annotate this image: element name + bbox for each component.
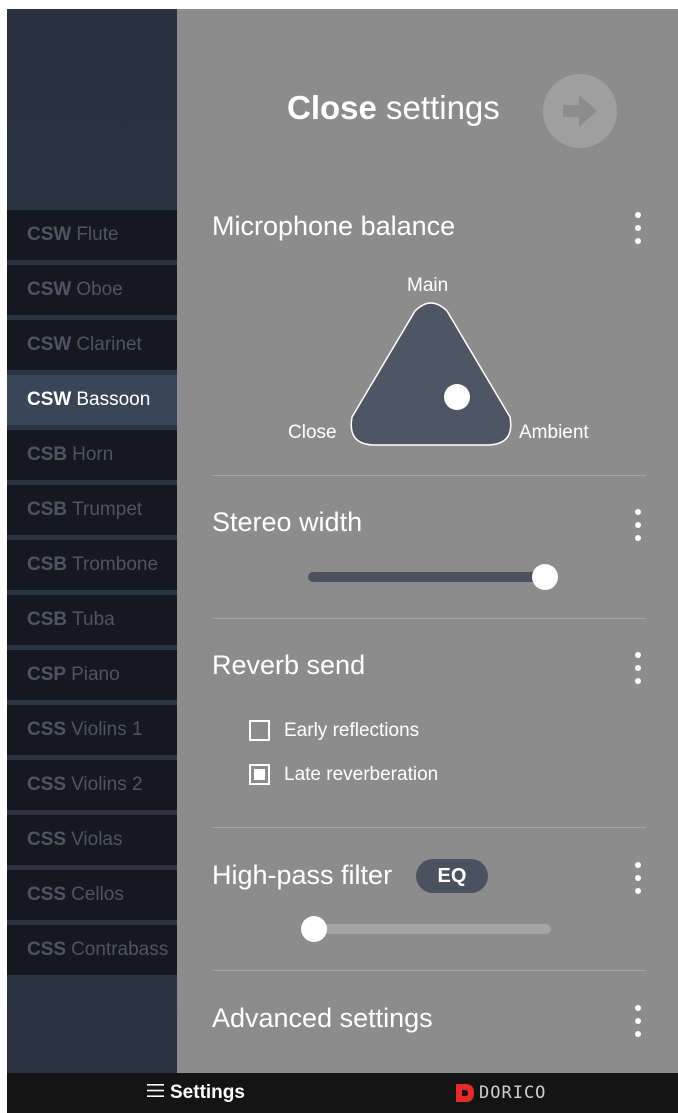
sidebar-item-prefix: CSS: [27, 719, 67, 740]
stereo-width-slider[interactable]: [308, 572, 548, 582]
late-reverberation-box[interactable]: [249, 764, 270, 785]
arrow-right-icon: [563, 95, 597, 127]
high-pass-filter-thumb[interactable]: [301, 916, 327, 942]
sidebar-item-piano[interactable]: CSP Piano: [7, 650, 177, 700]
sidebar-item-violas[interactable]: CSS Violas: [7, 815, 177, 865]
sidebar-item-prefix: CSW: [27, 224, 72, 245]
sidebar-item-prefix: CSS: [27, 829, 67, 850]
stereo-width-title: Stereo width: [212, 507, 363, 537]
sidebar-item-prefix: CSW: [27, 334, 72, 355]
sidebar-item-violins-1[interactable]: CSS Violins 1: [7, 705, 177, 755]
high-pass-filter-title: High-pass filter: [212, 860, 393, 890]
sidebar-item-prefix: CSB: [27, 609, 68, 630]
reverb-send-menu-icon[interactable]: [633, 652, 643, 684]
sidebar-item-flute[interactable]: CSW Flute: [7, 210, 177, 260]
advanced-settings-title[interactable]: Advanced settings: [212, 1003, 433, 1034]
sidebar-item-prefix: CSS: [27, 884, 67, 905]
mic-label-ambient: Ambient: [519, 422, 589, 443]
sidebar-item-prefix: CSW: [27, 279, 72, 300]
sidebar-item-prefix: CSW: [27, 389, 72, 410]
sidebar-item-label: Violins 2: [71, 774, 143, 795]
divider: [213, 970, 646, 971]
sidebar-item-oboe[interactable]: CSW Oboe: [7, 265, 177, 315]
instrument-sidebar: CSW Flute CSW Oboe CSW Clarinet CSW Bassoon …: [7, 9, 177, 1073]
high-pass-filter-menu-icon[interactable]: [633, 862, 643, 894]
stereo-width-menu-icon[interactable]: [633, 509, 643, 541]
sidebar-item-violins-2[interactable]: CSS Violins 2: [7, 760, 177, 810]
sidebar-item-tuba[interactable]: CSB Tuba: [7, 595, 177, 645]
early-reflections-box[interactable]: [249, 720, 270, 741]
sidebar-item-prefix: CSB: [27, 554, 68, 575]
dorico-logo-text: DORICO: [479, 1083, 547, 1103]
sidebar-item-prefix: CSS: [27, 774, 67, 795]
microphone-balance-handle[interactable]: [444, 384, 470, 410]
late-reverberation-label: Late reverberation: [284, 764, 439, 785]
sidebar-item-prefix: CSP: [27, 664, 67, 685]
sidebar-item-trombone[interactable]: CSB Trombone: [7, 540, 177, 590]
hamburger-menu-icon: [147, 1084, 164, 1098]
close-settings-button[interactable]: [543, 74, 617, 148]
stereo-width-thumb[interactable]: [532, 564, 558, 590]
reverb-send-title: Reverb send: [212, 650, 366, 680]
divider: [213, 618, 646, 619]
sidebar-item-label: Cellos: [71, 884, 124, 905]
settings-tab[interactable]: Settings: [147, 1073, 245, 1113]
bottom-bar: Settings DORICO: [7, 1073, 678, 1113]
sidebar-item-label: Piano: [71, 664, 120, 685]
sidebar-item-bassoon[interactable]: CSW Bassoon: [7, 375, 177, 425]
sidebar-item-contrabass[interactable]: CSS Contrabass: [7, 925, 177, 975]
sidebar-item-cellos[interactable]: CSS Cellos: [7, 870, 177, 920]
sidebar-item-label: Violas: [71, 829, 123, 850]
divider: [213, 827, 646, 828]
sidebar-item-prefix: CSS: [27, 939, 67, 960]
sidebar-item-label: Flute: [76, 224, 119, 245]
mic-label-close: Close: [288, 422, 337, 443]
sidebar-item-label: Oboe: [76, 279, 123, 300]
dorico-logo-mark: [456, 1084, 474, 1102]
sidebar-item-label: Trumpet: [72, 499, 143, 520]
sidebar-item-prefix: CSB: [27, 444, 68, 465]
divider: [213, 475, 646, 476]
settings-tab-label: Settings: [170, 1082, 245, 1103]
close-settings-title[interactable]: Close settings: [287, 89, 500, 127]
sidebar-item-horn[interactable]: CSB Horn: [7, 430, 177, 480]
close-settings-rest: settings: [386, 89, 500, 126]
microphone-balance-triangle[interactable]: [347, 299, 515, 449]
dorico-logo: DORICO: [455, 1073, 546, 1113]
app-window: CSW Flute CSW Oboe CSW Clarinet CSW Bassoon …: [7, 9, 678, 1113]
mic-label-main: Main: [407, 275, 449, 296]
sidebar-item-label: Tuba: [72, 609, 115, 630]
advanced-settings-menu-icon[interactable]: [633, 1005, 643, 1037]
settings-panel: Close settings Microphone balance Main C…: [177, 9, 678, 1073]
close-settings-bold: Close: [287, 89, 377, 126]
sidebar-item-label: Horn: [72, 444, 114, 465]
early-reflections-label: Early reflections: [284, 720, 420, 741]
sidebar-item-label: Contrabass: [71, 939, 169, 960]
sidebar-item-label: Clarinet: [76, 334, 142, 355]
eq-button[interactable]: EQ: [416, 859, 488, 893]
sidebar-item-trumpet[interactable]: CSB Trumpet: [7, 485, 177, 535]
sidebar-item-label: Trombone: [72, 554, 159, 575]
sidebar-item-label: Violins 1: [71, 719, 143, 740]
sidebar-item-prefix: CSB: [27, 499, 68, 520]
microphone-balance-title: Microphone balance: [212, 211, 456, 241]
microphone-balance-menu-icon[interactable]: [633, 212, 643, 244]
high-pass-filter-slider[interactable]: [308, 924, 551, 934]
sidebar-item-label: Bassoon: [76, 389, 151, 410]
sidebar-item-clarinet[interactable]: CSW Clarinet: [7, 320, 177, 370]
